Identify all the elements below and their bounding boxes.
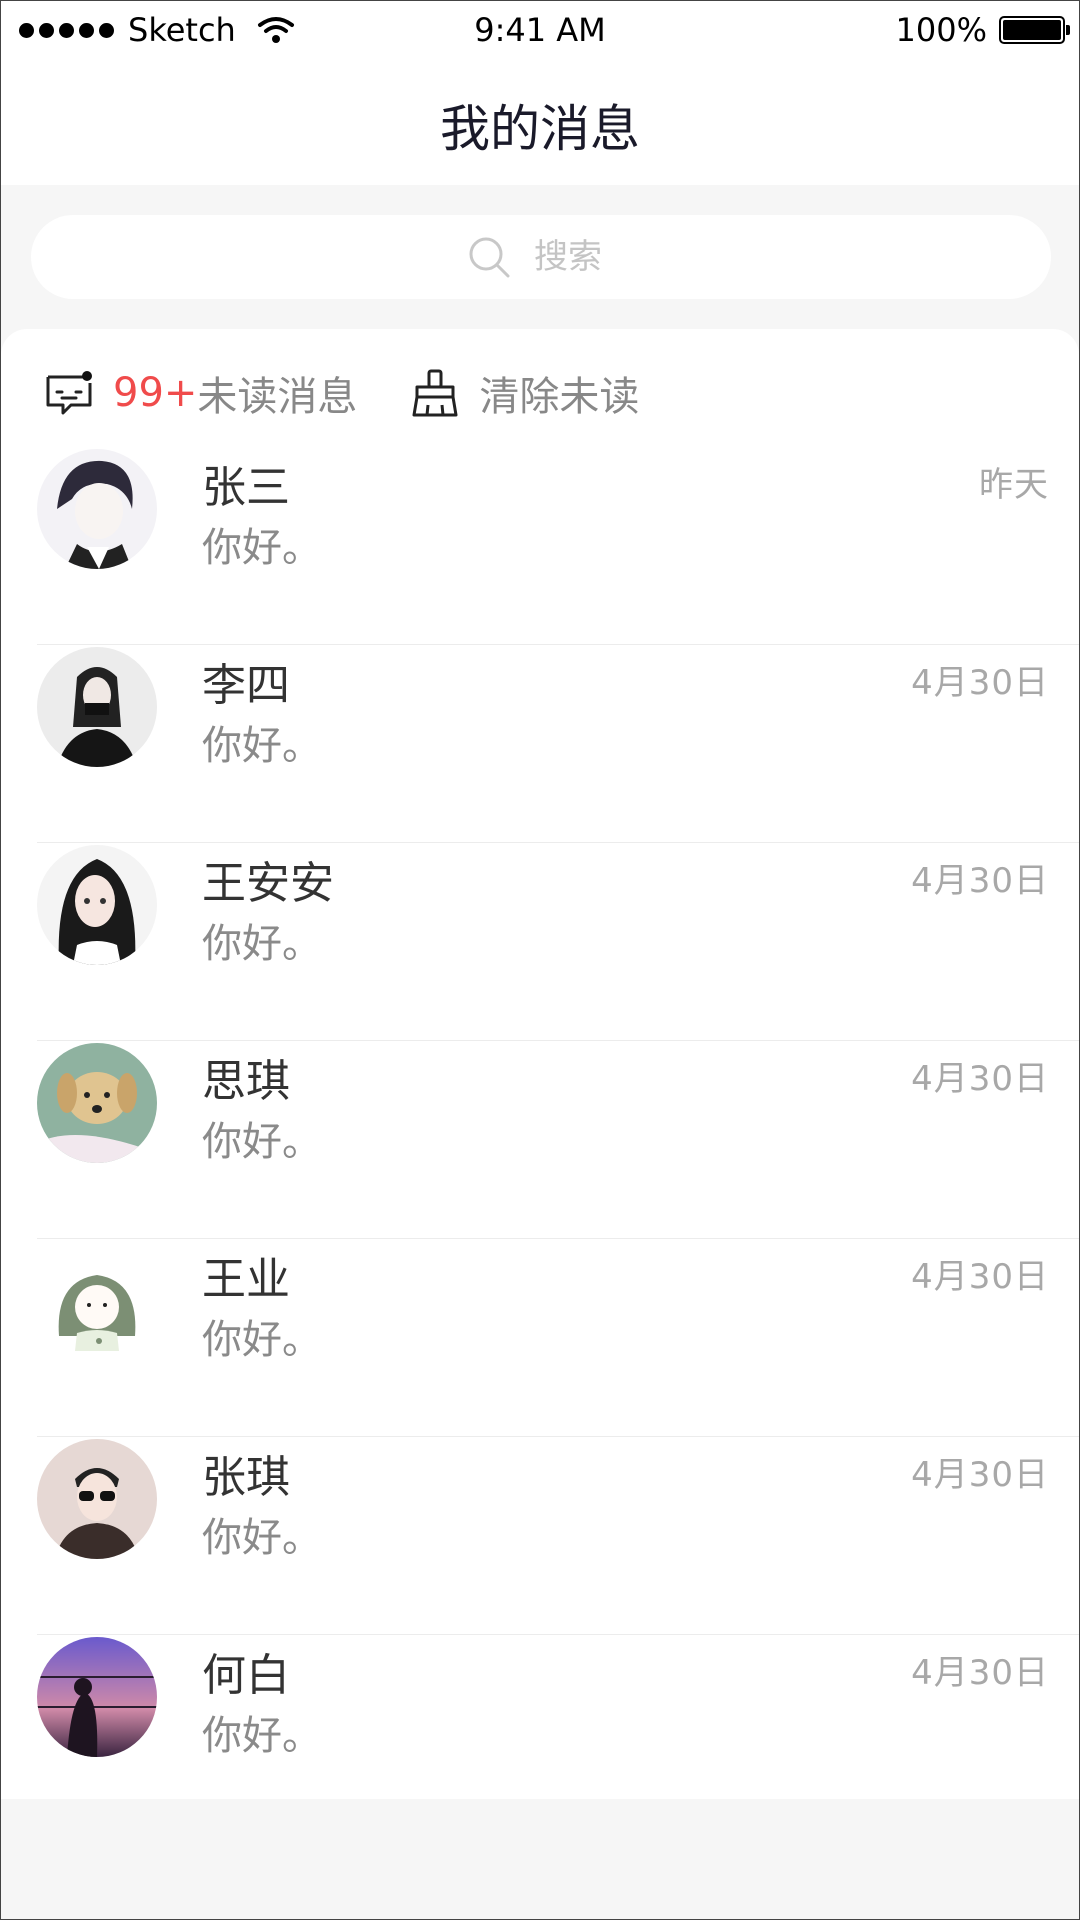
search-bar[interactable] [31,215,1051,299]
conversation-row[interactable]: 张琪 你好。 4月30日 [37,1437,1079,1635]
conversation-preview: 你好。 [202,723,322,769]
conversation-name: 李四 [202,660,290,711]
avatar-anime-girl [37,845,157,965]
conversation-row[interactable]: 王业 你好。 4月30日 [37,1239,1079,1437]
conversation-date: 4月30日 [911,1653,1049,1693]
unread-summary: 99+ 未读消息 [43,364,357,422]
avatar-dog [37,1043,157,1163]
unread-count: 99+ [113,370,198,416]
conversation-name: 何白 [202,1650,290,1701]
conversation-preview: 你好。 [202,1515,322,1561]
clear-unread-button[interactable]: 清除未读 [409,364,639,422]
message-card: 99+ 未读消息 清除未读 张三 你好。 昨天 李四 你好。 4月30日 王安安… [1,329,1079,1799]
conversation-date: 4月30日 [911,1257,1049,1297]
conversation-row[interactable]: 何白 你好。 4月30日 [37,1635,1079,1833]
unread-message-icon [46,371,92,415]
search-icon [469,237,510,278]
clear-unread-label: 清除未读 [479,374,640,420]
page-title: 我的消息 [440,100,640,158]
conversation-name: 王安安 [202,858,334,909]
avatar-anime-boy [37,449,157,569]
conversation-date: 4月30日 [911,663,1049,703]
avatar-sunset-girl [37,1637,157,1757]
conversation-preview: 你好。 [202,1119,322,1165]
battery-icon [999,16,1070,44]
conversation-name: 张琪 [202,1452,290,1503]
nav-bar: 我的消息 [1,61,1079,185]
conversation-name: 张三 [202,462,290,513]
app-frame: Sketch 9:41 AM 100% 我的消息 搜索 99+ 未读消息 清除未… [0,0,1080,1920]
conversation-preview: 你好。 [202,1317,322,1363]
conversation-row[interactable]: 王安安 你好。 4月30日 [37,843,1079,1041]
avatar-girl-mask [37,647,157,767]
conversation-name: 王业 [202,1254,290,1305]
avatar-sunglasses-man [37,1439,157,1559]
conversation-date: 4月30日 [911,1455,1049,1495]
avatar-cartoon-girl [37,1241,157,1361]
conversation-list: 张三 你好。 昨天 李四 你好。 4月30日 王安安 你好。 4月30日 思琪 … [1,447,1079,1833]
conversation-preview: 你好。 [202,1713,322,1759]
unread-label: 未读消息 [197,374,358,420]
status-bar: Sketch 9:41 AM 100% [1,1,1079,61]
conversation-row[interactable]: 李四 你好。 4月30日 [37,645,1079,843]
status-right: 100% [895,11,1070,49]
broom-icon [412,369,458,417]
conversation-preview: 你好。 [202,525,322,571]
conversation-date: 4月30日 [911,861,1049,901]
conversation-row[interactable]: 张三 你好。 昨天 [37,447,1079,645]
conversation-date: 昨天 [979,465,1049,505]
conversation-date: 4月30日 [911,1059,1049,1099]
conversation-name: 思琪 [202,1056,290,1107]
message-toolbar: 99+ 未读消息 清除未读 [43,363,639,423]
conversation-preview: 你好。 [202,921,322,967]
battery-percent: 100% [895,11,987,49]
conversation-row[interactable]: 思琪 你好。 4月30日 [37,1041,1079,1239]
search-input[interactable] [532,236,616,278]
